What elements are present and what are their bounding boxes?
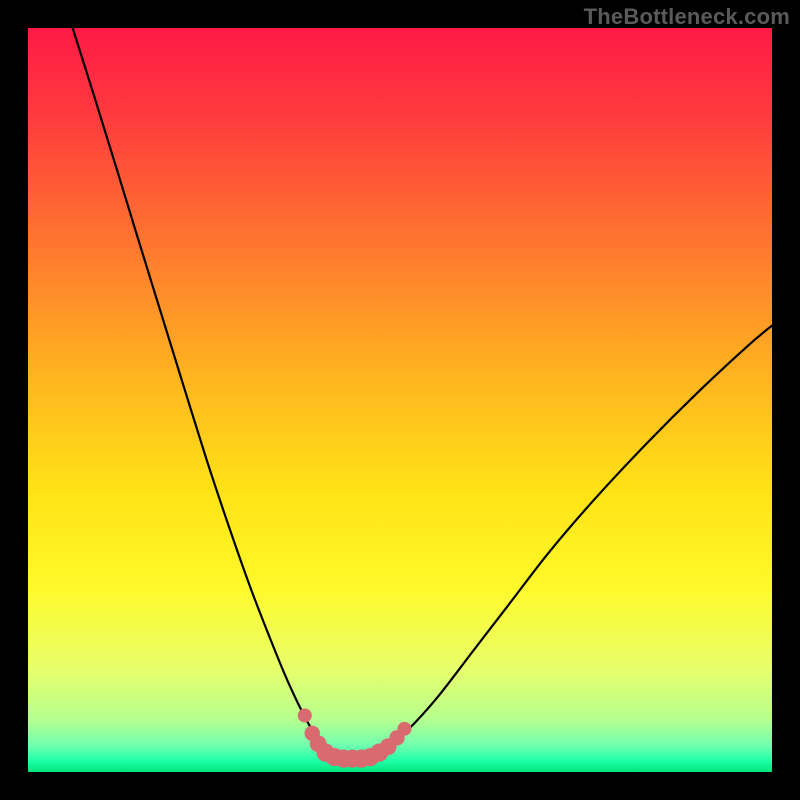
gradient-background [28,28,772,772]
chart-svg [28,28,772,772]
chart-frame: TheBottleneck.com [0,0,800,800]
plot-area [28,28,772,772]
watermark-text: TheBottleneck.com [584,4,790,30]
trough-marker [298,708,312,722]
trough-marker [397,722,411,736]
